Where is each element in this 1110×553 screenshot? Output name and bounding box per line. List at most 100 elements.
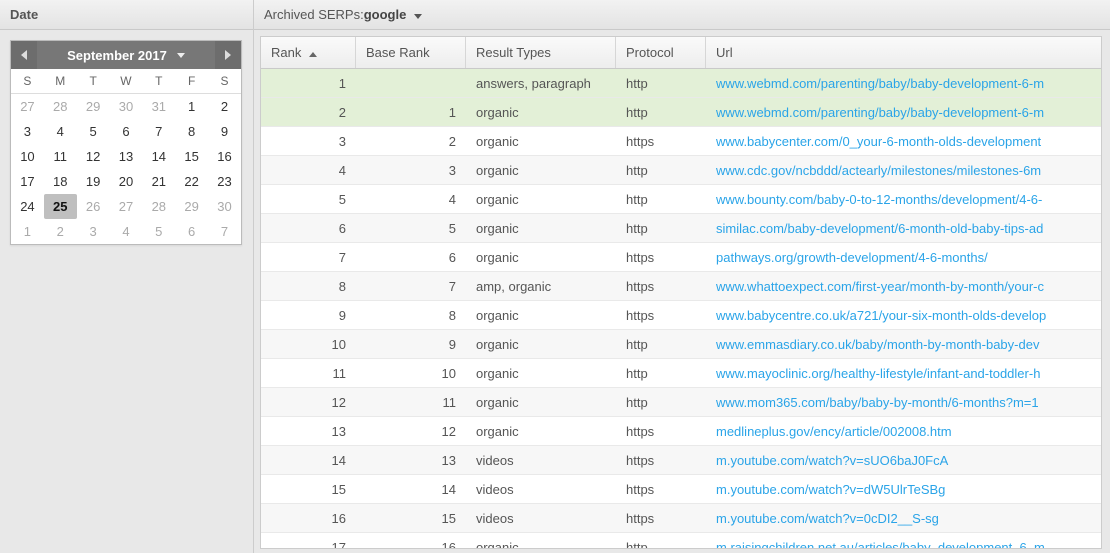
cell-protocol: http [616, 395, 706, 410]
col-header-url[interactable]: Url [706, 37, 1101, 68]
cell-result-types: organic [466, 395, 616, 410]
cell-url[interactable]: similac.com/baby-development/6-month-old… [706, 221, 1101, 236]
calendar-day-cell[interactable]: 4 [110, 219, 143, 244]
cell-url-text: www.mayoclinic.org/healthy-lifestyle/inf… [716, 366, 1040, 381]
table-row[interactable]: 76organichttpspathways.org/growth-develo… [261, 243, 1101, 272]
table-row[interactable]: 1413videoshttpsm.youtube.com/watch?v=sUO… [261, 446, 1101, 475]
col-header-result-types[interactable]: Result Types [466, 37, 616, 68]
cell-url[interactable]: www.emmasdiary.co.uk/baby/month-by-month… [706, 337, 1101, 352]
calendar-day-cell[interactable]: 1 [175, 94, 208, 120]
table-row[interactable]: 65organichttpsimilac.com/baby-developmen… [261, 214, 1101, 243]
cell-url[interactable]: www.webmd.com/parenting/baby/baby-develo… [706, 105, 1101, 120]
table-row[interactable]: 1211organichttpwww.mom365.com/baby/baby-… [261, 388, 1101, 417]
table-row[interactable]: 109organichttpwww.emmasdiary.co.uk/baby/… [261, 330, 1101, 359]
cell-protocol-text: https [626, 453, 654, 468]
cell-url[interactable]: www.mom365.com/baby/baby-by-month/6-mont… [706, 395, 1101, 410]
cell-url-text: www.cdc.gov/ncbddd/actearly/milestones/m… [716, 163, 1041, 178]
calendar-day-cell[interactable]: 24 [11, 194, 44, 219]
calendar-day-cell[interactable]: 28 [44, 94, 77, 120]
col-header-rank[interactable]: Rank [261, 37, 356, 68]
calendar-day-cell[interactable]: 8 [175, 119, 208, 144]
table-row[interactable]: 1615videoshttpsm.youtube.com/watch?v=0cD… [261, 504, 1101, 533]
table-row[interactable]: 98organichttpswww.babycentre.co.uk/a721/… [261, 301, 1101, 330]
table-row[interactable]: 1answers, paragraphhttpwww.webmd.com/par… [261, 69, 1101, 98]
cell-url[interactable]: www.whattoexpect.com/first-year/month-by… [706, 279, 1101, 294]
cell-protocol-text: http [626, 337, 648, 352]
calendar-day-cell[interactable]: 6 [110, 119, 143, 144]
cell-url[interactable]: www.babycenter.com/0_your-6-month-olds-d… [706, 134, 1101, 149]
calendar-day-cell[interactable]: 12 [77, 144, 110, 169]
table-row[interactable]: 1110organichttpwww.mayoclinic.org/health… [261, 359, 1101, 388]
cal-next-button[interactable] [215, 41, 241, 69]
calendar-day-cell[interactable]: 20 [110, 169, 143, 194]
calendar-day-cell[interactable]: 13 [110, 144, 143, 169]
table-row[interactable]: 54organichttpwww.bounty.com/baby-0-to-12… [261, 185, 1101, 214]
calendar-day-cell[interactable]: 7 [142, 119, 175, 144]
calendar-day-cell[interactable]: 15 [175, 144, 208, 169]
cell-url-text: www.babycentre.co.uk/a721/your-six-month… [716, 308, 1046, 323]
calendar-day-cell[interactable]: 2 [208, 94, 241, 120]
calendar-day-cell[interactable]: 25 [44, 194, 77, 219]
cell-url[interactable]: medlineplus.gov/ency/article/002008.htm [706, 424, 1101, 439]
calendar-day-cell[interactable]: 17 [11, 169, 44, 194]
col-header-base-rank[interactable]: Base Rank [356, 37, 466, 68]
calendar-day-cell[interactable]: 22 [175, 169, 208, 194]
cell-url[interactable]: m.youtube.com/watch?v=sUO6baJ0FcA [706, 453, 1101, 468]
table-row[interactable]: 1514videoshttpsm.youtube.com/watch?v=dW5… [261, 475, 1101, 504]
calendar-day-cell[interactable]: 28 [142, 194, 175, 219]
cell-url[interactable]: www.webmd.com/parenting/baby/baby-develo… [706, 76, 1101, 91]
table-row[interactable]: 32organichttpswww.babycenter.com/0_your-… [261, 127, 1101, 156]
calendar-day-cell[interactable]: 26 [77, 194, 110, 219]
cell-result-types: organic [466, 540, 616, 549]
cell-url[interactable]: m.raisingchildren.net.au/articles/baby_d… [706, 540, 1101, 549]
table-row[interactable]: 1312organichttpsmedlineplus.gov/ency/art… [261, 417, 1101, 446]
calendar-day-cell[interactable]: 21 [142, 169, 175, 194]
cell-base-rank: 10 [356, 366, 466, 381]
calendar-day-cell[interactable]: 14 [142, 144, 175, 169]
calendar-day-cell[interactable]: 4 [44, 119, 77, 144]
calendar-day-cell[interactable]: 5 [77, 119, 110, 144]
serp-source-dropdown[interactable]: google [364, 7, 422, 22]
table-row[interactable]: 43organichttpwww.cdc.gov/ncbddd/actearly… [261, 156, 1101, 185]
cal-month-dropdown[interactable]: September 2017 [37, 48, 215, 63]
table-row[interactable]: 21organichttpwww.webmd.com/parenting/bab… [261, 98, 1101, 127]
calendar-day-cell[interactable]: 10 [11, 144, 44, 169]
calendar-day-cell[interactable]: 19 [77, 169, 110, 194]
calendar-day-cell[interactable]: 3 [77, 219, 110, 244]
cell-url[interactable]: m.youtube.com/watch?v=0cDI2__S-sg [706, 511, 1101, 526]
cell-result-types-text: organic [476, 540, 519, 549]
cal-prev-button[interactable] [11, 41, 37, 69]
calendar-day-cell[interactable]: 29 [175, 194, 208, 219]
calendar-day-cell[interactable]: 11 [44, 144, 77, 169]
cell-url[interactable]: www.cdc.gov/ncbddd/actearly/milestones/m… [706, 163, 1101, 178]
calendar-day-cell[interactable]: 29 [77, 94, 110, 120]
calendar-day-cell[interactable]: 16 [208, 144, 241, 169]
calendar-day-cell[interactable]: 1 [11, 219, 44, 244]
calendar-day-cell[interactable]: 23 [208, 169, 241, 194]
calendar-day-cell[interactable]: 6 [175, 219, 208, 244]
col-header-protocol[interactable]: Protocol [616, 37, 706, 68]
cell-url[interactable]: m.youtube.com/watch?v=dW5UlrTeSBg [706, 482, 1101, 497]
calendar-day-cell[interactable]: 30 [110, 94, 143, 120]
calendar-day-cell[interactable]: 27 [11, 94, 44, 120]
cell-base-rank: 6 [356, 250, 466, 265]
cell-protocol-text: https [626, 511, 654, 526]
calendar-day-cell[interactable]: 5 [142, 219, 175, 244]
table-row[interactable]: 1716organichttpm.raisingchildren.net.au/… [261, 533, 1101, 548]
calendar-day-cell[interactable]: 31 [142, 94, 175, 120]
table-row[interactable]: 87amp, organichttpswww.whattoexpect.com/… [261, 272, 1101, 301]
cell-url[interactable]: www.mayoclinic.org/healthy-lifestyle/inf… [706, 366, 1101, 381]
calendar-day-cell[interactable]: 18 [44, 169, 77, 194]
cell-url[interactable]: www.bounty.com/baby-0-to-12-months/devel… [706, 192, 1101, 207]
calendar-day-cell[interactable]: 27 [110, 194, 143, 219]
calendar-day-cell[interactable]: 30 [208, 194, 241, 219]
cell-protocol-text: http [626, 76, 648, 91]
cell-protocol-text: https [626, 424, 654, 439]
calendar-day-cell[interactable]: 9 [208, 119, 241, 144]
calendar-day-cell[interactable]: 3 [11, 119, 44, 144]
calendar-day-cell[interactable]: 7 [208, 219, 241, 244]
cell-url[interactable]: www.babycentre.co.uk/a721/your-six-month… [706, 308, 1101, 323]
cell-protocol-text: http [626, 192, 648, 207]
calendar-day-cell[interactable]: 2 [44, 219, 77, 244]
cell-url[interactable]: pathways.org/growth-development/4-6-mont… [706, 250, 1101, 265]
